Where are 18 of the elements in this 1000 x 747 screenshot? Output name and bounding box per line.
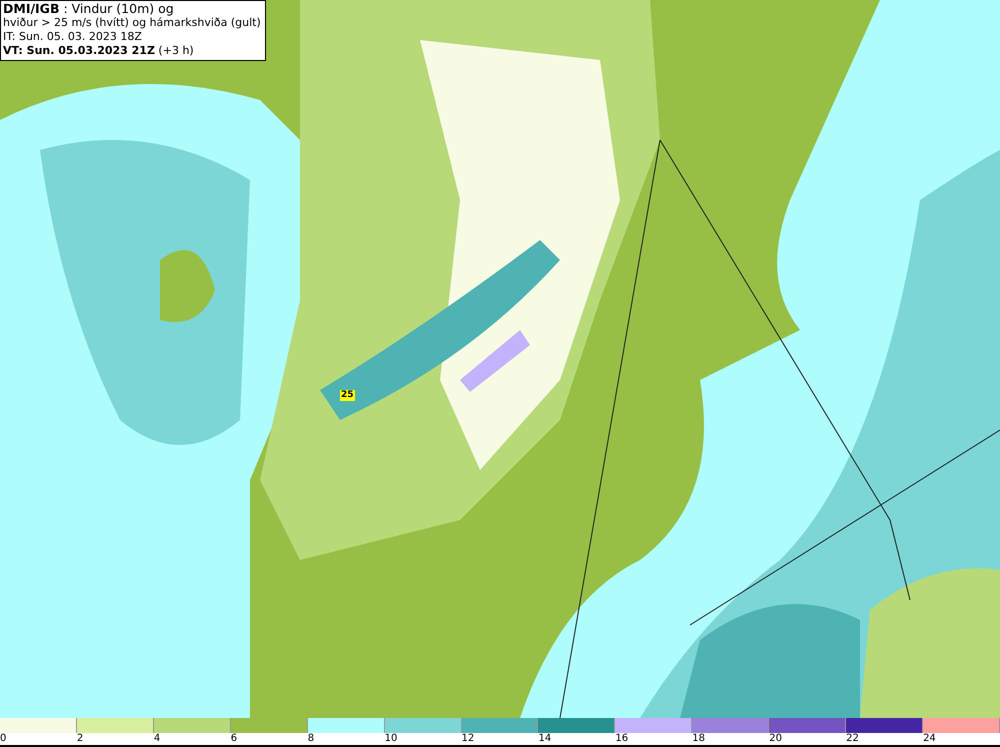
legend-tick-label: 10	[384, 733, 398, 745]
header-line: IT: Sun. 05. 03. 2023 18Z	[3, 30, 143, 44]
legend-tick-label: 18	[692, 733, 706, 745]
header-line: hviður > 25 m/s (hvítt) og hámarkshviða (gult)	[3, 16, 261, 30]
legend-tick-label: 2	[76, 733, 84, 745]
header-line: VT: Sun. 05.03.2023 21Z (+3 h)	[3, 44, 195, 58]
legend-tick-label: 22	[846, 733, 860, 745]
legend-tick-label: 0	[0, 733, 8, 745]
legend-tick-label: 12	[462, 733, 476, 745]
gust-label: 25	[340, 390, 355, 401]
legend-tick-label: 6	[230, 733, 238, 745]
legend-tick-label: 8	[308, 733, 316, 745]
legend-tick-label: 24	[923, 733, 937, 745]
legend-tick-label: 20	[769, 733, 783, 745]
legend-tick-label: 14	[538, 733, 552, 745]
header-line: DMI/IGB : Vindur (10m) og	[3, 2, 175, 16]
legend-tick-label: 16	[615, 733, 630, 745]
legend-tick-label: 4	[154, 733, 162, 745]
